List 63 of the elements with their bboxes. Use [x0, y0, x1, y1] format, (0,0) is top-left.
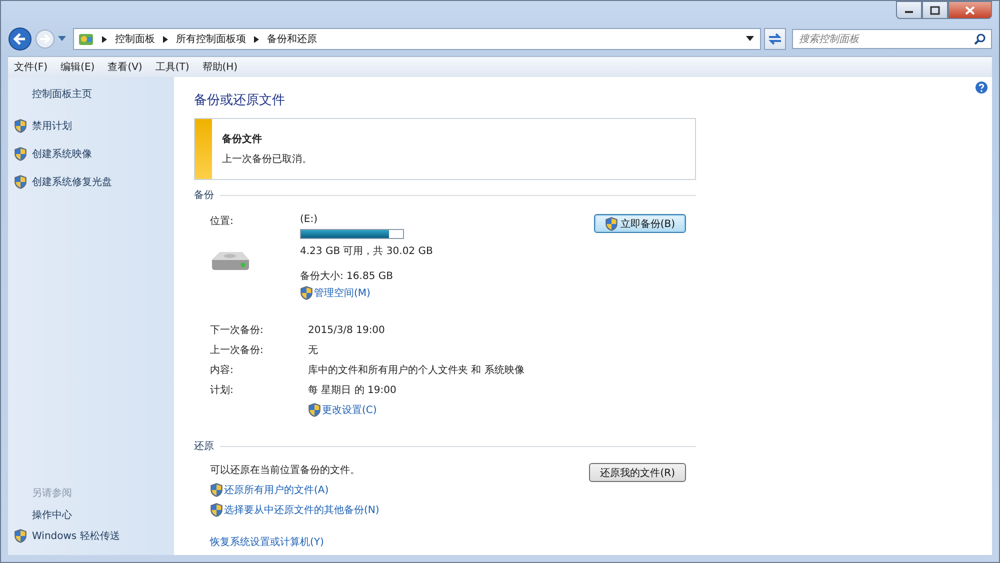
back-button[interactable] [8, 27, 32, 51]
alert-title: 备份文件 [222, 132, 263, 146]
search-field[interactable]: 搜索控制面板 [792, 29, 992, 49]
backup-now-button[interactable]: 立即备份(B) [594, 214, 686, 233]
field-value: 每 星期日 的 19:00 [308, 384, 398, 397]
menu-item[interactable]: 文件(F) [14, 60, 48, 74]
shield-icon [605, 216, 618, 230]
field-value: 库中的文件和所有用户的个人文件夹 和 系统映像 [308, 364, 526, 377]
search-icon[interactable] [974, 33, 986, 45]
maximize-icon [930, 6, 940, 14]
field-value: 2015/3/8 19:00 [308, 324, 386, 336]
minimize-button[interactable] [896, 1, 922, 19]
drive-label: (E:) [300, 214, 318, 225]
restore-link[interactable]: 还原所有用户的文件(A) [210, 483, 590, 497]
manage-space-link[interactable]: 管理空间(M) [300, 286, 594, 300]
restore-link[interactable]: 恢复系统设置或计算机(Y) [210, 535, 590, 549]
sidebar-link[interactable]: 创建系统映像 [32, 147, 92, 161]
field-value: 无 [308, 344, 319, 357]
shield-icon [210, 483, 223, 497]
shield-icon [210, 503, 223, 517]
restore-link[interactable]: 选择要从中还原文件的其他备份(N) [210, 503, 590, 517]
sidebar-link[interactable]: 创建系统修复光盘 [32, 175, 112, 189]
section-heading: 另请参阅 [32, 486, 73, 500]
chevron-icon [254, 36, 259, 42]
restore-files-button[interactable]: 还原我的文件(R) [589, 463, 686, 482]
sidebar-link[interactable]: 禁用计划 [32, 119, 72, 133]
restore-text: 可以还原在当前位置备份的文件。 [210, 464, 361, 477]
field-label: 位置: [210, 214, 234, 228]
sidebar-link[interactable]: 操作中心 [32, 508, 72, 522]
dropdown-icon[interactable] [746, 36, 754, 42]
address-bar[interactable]: 控制面板 所有控制面板项 备份和还原 [73, 28, 761, 50]
menu-item[interactable]: 查看(V) [108, 60, 142, 74]
refresh-button[interactable] [764, 28, 786, 50]
shield-icon [308, 403, 321, 417]
change-settings-link[interactable]: 更改设置(C) [308, 403, 610, 417]
free-space-text: 4.23 GB 可用，共 30.02 GB [300, 244, 434, 258]
chevron-icon [102, 36, 107, 42]
chevron-icon [163, 36, 168, 42]
menu-item[interactable]: 编辑(E) [60, 60, 95, 74]
breadcrumb[interactable]: 所有控制面板项 [176, 32, 246, 46]
backup-size-text: 备份大小: 16.85 GB [300, 270, 394, 283]
maximize-button[interactable] [922, 1, 948, 19]
field-label: 内容: [210, 364, 234, 377]
alert-message: 上一次备份已取消。 [222, 152, 312, 166]
shield-icon [300, 286, 313, 300]
close-icon [965, 6, 975, 14]
page-title: 备份或还原文件 [194, 92, 286, 109]
breadcrumb[interactable]: 控制面板 [115, 32, 155, 46]
menu-item[interactable]: 帮助(H) [202, 60, 238, 74]
section-heading: 还原 [194, 440, 214, 453]
section-heading: 备份 [194, 189, 214, 202]
sidebar-link[interactable]: Windows 轻松传送 [32, 529, 120, 543]
sidebar-link[interactable]: 控制面板主页 [32, 87, 174, 101]
close-button[interactable] [948, 1, 992, 19]
field-label: 下一次备份: [210, 324, 264, 337]
field-label: 计划: [210, 384, 234, 397]
field-label: 上一次备份: [210, 344, 264, 357]
breadcrumb[interactable]: 备份和还原 [267, 32, 317, 46]
history-dropdown-icon[interactable] [58, 36, 66, 42]
control-panel-icon [78, 31, 94, 47]
menu-item[interactable]: 工具(T) [155, 60, 190, 74]
help-icon[interactable] [975, 81, 988, 94]
warning-stripe [195, 119, 212, 179]
